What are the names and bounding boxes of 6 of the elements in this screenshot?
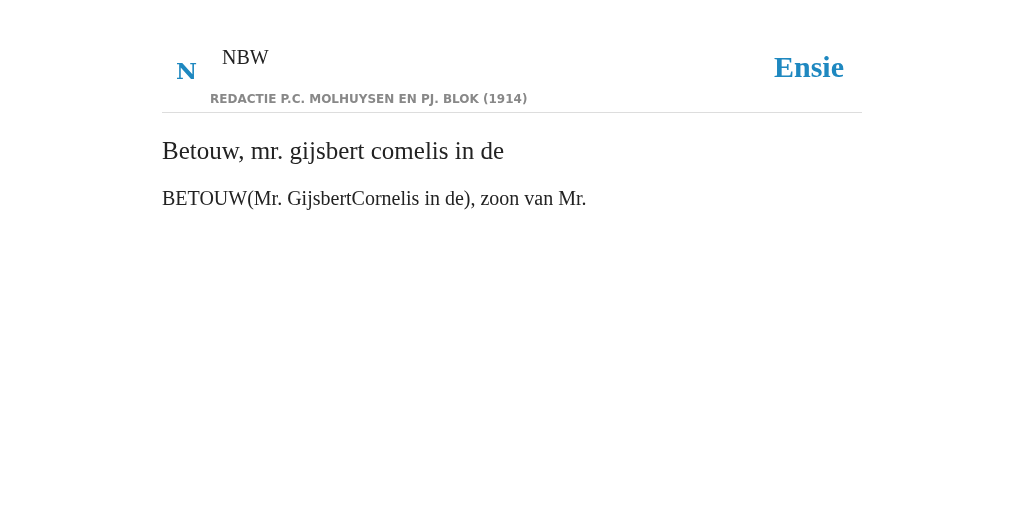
source-title: NBW: [222, 46, 269, 69]
logo-letter: N: [176, 57, 199, 84]
article-text: BETOUW(Mr. GijsbertCornelis in de), zoon van Mr.: [162, 187, 588, 210]
article-title: Betouw, mr. gijsbert comelis in de: [162, 137, 506, 165]
brand-logo-link[interactable]: Ensie: [773, 50, 844, 84]
subtitle: REDACTIE P.C. MOLHUYSEN EN PJ. BLOK (1914): [210, 92, 528, 106]
